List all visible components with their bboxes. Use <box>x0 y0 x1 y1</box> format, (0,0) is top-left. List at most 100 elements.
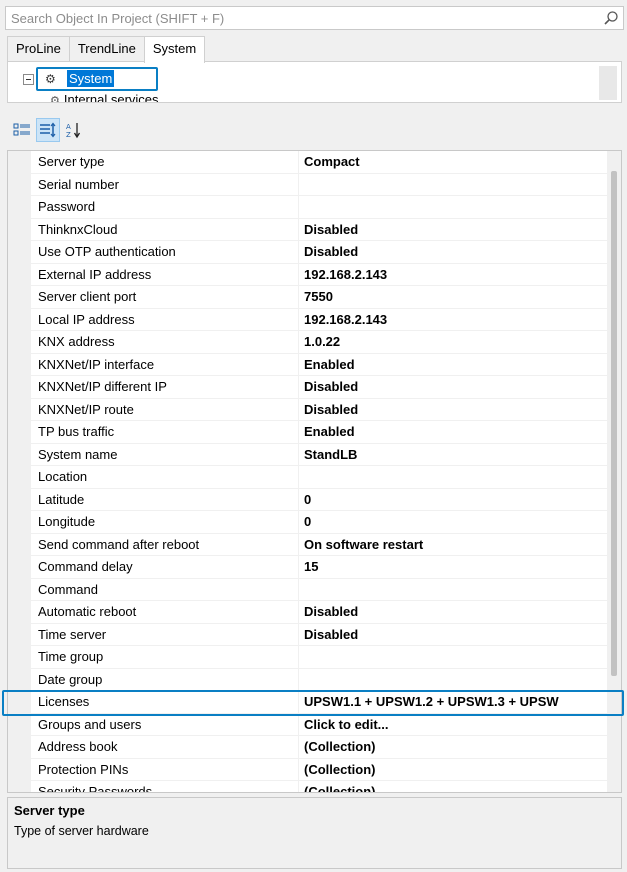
property-row[interactable]: Server type Compact <box>31 151 609 174</box>
collapse-toggle-icon[interactable] <box>23 74 34 85</box>
column-divider[interactable] <box>298 488 299 510</box>
property-row[interactable]: Longitude 0 <box>31 511 609 534</box>
column-divider[interactable] <box>298 533 299 555</box>
property-row[interactable]: Groups and users Click to edit... <box>31 713 609 736</box>
column-divider[interactable] <box>298 376 299 398</box>
column-divider[interactable] <box>298 758 299 780</box>
property-row[interactable]: KNXNet/IP different IP Disabled <box>31 376 609 399</box>
column-divider[interactable] <box>298 556 299 578</box>
property-row[interactable]: Local IP address 192.168.2.143 <box>31 308 609 331</box>
property-value[interactable]: Enabled <box>304 354 606 376</box>
column-divider[interactable] <box>298 196 299 218</box>
column-divider[interactable] <box>298 466 299 488</box>
property-value[interactable]: Compact <box>304 151 606 173</box>
property-value[interactable]: On software restart <box>304 534 606 556</box>
property-row[interactable]: Automatic reboot Disabled <box>31 601 609 624</box>
column-divider[interactable] <box>298 601 299 623</box>
column-divider[interactable] <box>298 511 299 533</box>
property-value[interactable]: Disabled <box>304 399 606 421</box>
property-value[interactable]: (Collection) <box>304 781 606 792</box>
property-name: KNX address <box>38 334 115 349</box>
property-row[interactable]: Command delay 15 <box>31 556 609 579</box>
tab-trendline[interactable]: TrendLine <box>68 36 145 62</box>
property-name: Location <box>38 469 88 484</box>
property-row[interactable]: System name StandLB <box>31 443 609 466</box>
property-value[interactable]: Disabled <box>304 624 606 646</box>
categorized-view-button[interactable] <box>10 118 34 142</box>
property-row[interactable]: Password <box>31 196 609 219</box>
property-name: External IP address <box>38 266 152 282</box>
property-row[interactable]: Location <box>31 466 609 489</box>
column-divider[interactable] <box>298 308 299 330</box>
column-divider[interactable] <box>298 263 299 285</box>
tree-node-internal-services[interactable]: ⚙ Internal services <box>50 92 159 102</box>
property-value[interactable]: (Collection) <box>304 736 606 758</box>
property-row[interactable]: Address book (Collection) <box>31 736 609 759</box>
property-row[interactable]: Security Passwords (Collection) <box>31 781 609 792</box>
property-row[interactable]: KNXNet/IP route Disabled <box>31 398 609 421</box>
gears-icon: ⚙ <box>45 72 56 86</box>
property-value[interactable]: 15 <box>304 556 606 578</box>
property-value[interactable]: Disabled <box>304 241 606 263</box>
grid-scrollbar[interactable] <box>607 151 621 792</box>
column-divider[interactable] <box>298 151 299 173</box>
property-row[interactable]: Licenses UPSW1.1 + UPSW1.2 + UPSW1.3 + UP… <box>31 691 609 714</box>
column-divider[interactable] <box>298 691 299 713</box>
column-divider[interactable] <box>298 331 299 353</box>
property-value[interactable]: UPSW1.1 + UPSW1.2 + UPSW1.3 + UPSW <box>304 691 606 713</box>
property-value[interactable]: Disabled <box>304 376 606 398</box>
property-value[interactable]: 7550 <box>304 286 606 308</box>
property-row[interactable]: KNX address 1.0.22 <box>31 331 609 354</box>
property-row[interactable]: Serial number <box>31 173 609 196</box>
column-divider[interactable] <box>298 241 299 263</box>
property-row[interactable]: Protection PINs (Collection) <box>31 758 609 781</box>
property-value[interactable]: (Collection) <box>304 759 606 781</box>
property-row[interactable]: Server client port 7550 <box>31 286 609 309</box>
tab-system[interactable]: System <box>143 36 206 63</box>
column-divider[interactable] <box>298 668 299 690</box>
property-value[interactable]: Enabled <box>304 421 606 443</box>
column-divider[interactable] <box>298 713 299 735</box>
tab-proline[interactable]: ProLine <box>7 36 70 62</box>
scroll-thumb[interactable] <box>611 171 617 676</box>
column-divider[interactable] <box>298 173 299 195</box>
property-row[interactable]: Time group <box>31 646 609 669</box>
column-divider[interactable] <box>298 218 299 240</box>
column-divider[interactable] <box>298 623 299 645</box>
property-row[interactable]: Command <box>31 578 609 601</box>
property-row[interactable]: Latitude 0 <box>31 488 609 511</box>
property-value[interactable]: 0 <box>304 489 606 511</box>
search-icon[interactable] <box>603 10 619 26</box>
property-name: Latitude <box>38 491 85 507</box>
tree-scrollbar[interactable] <box>599 66 617 100</box>
property-row[interactable]: Time server Disabled <box>31 623 609 646</box>
property-value[interactable]: StandLB <box>304 444 606 466</box>
column-divider[interactable] <box>298 646 299 668</box>
column-divider[interactable] <box>298 736 299 758</box>
property-value[interactable]: 1.0.22 <box>304 331 606 353</box>
column-divider[interactable] <box>298 578 299 600</box>
column-divider[interactable] <box>298 443 299 465</box>
property-value[interactable]: 192.168.2.143 <box>304 264 606 286</box>
property-row[interactable]: ThinknxCloud Disabled <box>31 218 609 241</box>
column-divider[interactable] <box>298 781 299 792</box>
sort-view-button[interactable] <box>36 118 60 142</box>
property-value[interactable]: Disabled <box>304 219 606 241</box>
property-row[interactable]: Date group <box>31 668 609 691</box>
tree-node-label[interactable]: System <box>67 70 115 87</box>
property-row[interactable]: Send command after reboot On software res… <box>31 533 609 556</box>
column-divider[interactable] <box>298 286 299 308</box>
column-divider[interactable] <box>298 421 299 443</box>
column-divider[interactable] <box>298 353 299 375</box>
search-input[interactable] <box>6 7 586 29</box>
property-value[interactable]: Disabled <box>304 601 606 623</box>
property-value[interactable]: 0 <box>304 511 606 533</box>
property-row[interactable]: Use OTP authentication Disabled <box>31 241 609 264</box>
property-value[interactable]: Click to edit... <box>304 714 606 736</box>
property-row[interactable]: KNXNet/IP interface Enabled <box>31 353 609 376</box>
property-row[interactable]: External IP address 192.168.2.143 <box>31 263 609 286</box>
property-value[interactable]: 192.168.2.143 <box>304 309 606 331</box>
property-row[interactable]: TP bus traffic Enabled <box>31 421 609 444</box>
alphabetical-sort-button[interactable]: A Z <box>62 118 86 142</box>
column-divider[interactable] <box>298 398 299 420</box>
